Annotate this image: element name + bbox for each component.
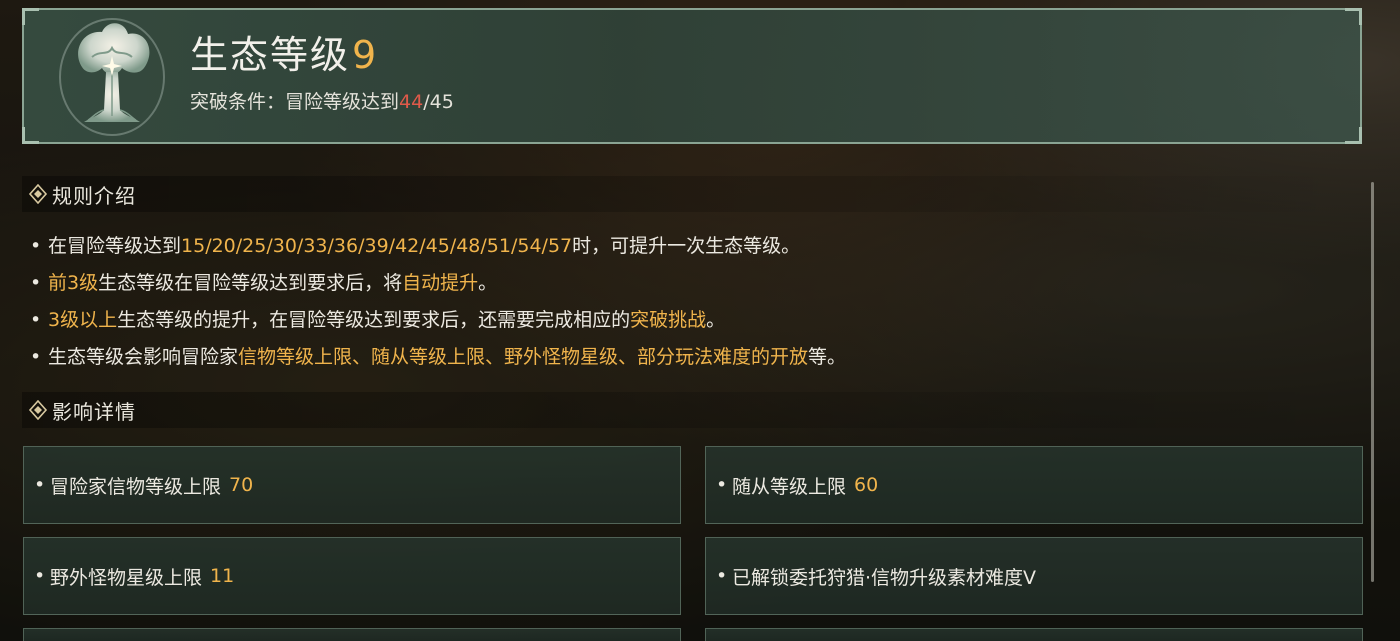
diamond-bullet-icon <box>28 184 48 204</box>
condition-target: 45 <box>429 91 454 113</box>
rule-item: • 生态等级会影响冒险家信物等级上限、随从等级上限、野外怪物星级、部分玩法难度的开… <box>30 339 1330 376</box>
rule-highlight: 15/20/25/30/33/36/39/42/45/48/51/54/57 <box>181 235 573 257</box>
scrollbar[interactable] <box>1371 182 1374 582</box>
impact-label: 随从等级上限 <box>732 475 847 498</box>
eco-level-header: 生态等级9 突破条件：冒险等级达到44/45 <box>22 8 1362 144</box>
rules-list: • 在冒险等级达到15/20/25/30/33/36/39/42/45/48/51… <box>30 228 1330 376</box>
impact-card-partial <box>705 628 1363 641</box>
rules-section-heading: 规则介绍 <box>22 176 1362 212</box>
bullet-dot: • <box>30 309 42 331</box>
rule-highlight: 信物等级上限、随从等级上限、野外怪物星级、部分玩法难度的开放 <box>238 346 809 368</box>
impact-card-partial <box>23 628 681 641</box>
impact-value: 70 <box>229 474 254 496</box>
rule-text: 。 <box>478 272 498 294</box>
title-text: 生态等级 <box>190 33 351 77</box>
impact-value: 60 <box>854 474 879 496</box>
corner-ornament <box>1345 8 1362 25</box>
diamond-bullet-icon <box>28 400 48 420</box>
rule-text: 等。 <box>808 346 847 368</box>
rule-text: 在冒险等级达到 <box>48 235 182 257</box>
condition-label: 突破条件：冒险等级达到 <box>190 91 400 113</box>
impact-section-title: 影响详情 <box>52 399 136 424</box>
impact-card-monster-star: • 野外怪物星级上限 11 <box>23 537 681 615</box>
eco-level-number: 9 <box>352 33 379 77</box>
page-title: 生态等级9 <box>190 32 378 78</box>
corner-ornament <box>22 127 39 144</box>
breakthrough-condition: 突破条件：冒险等级达到44/45 <box>190 90 454 114</box>
bullet-dot: • <box>30 272 42 294</box>
rule-highlight: 突破挑战 <box>630 309 707 331</box>
rule-item: • 前3级生态等级在冒险等级达到要求后，将自动提升。 <box>30 265 1330 302</box>
impact-label: 野外怪物星级上限 <box>50 566 203 589</box>
impact-card-relic-level: • 冒险家信物等级上限 70 <box>23 446 681 524</box>
rule-highlight: 3级以上 <box>48 309 118 331</box>
bullet-dot: • <box>30 235 42 257</box>
rule-highlight: 自动提升 <box>402 272 479 294</box>
rule-text: 生态等级会影响冒险家 <box>48 346 239 368</box>
tree-emblem-icon <box>59 18 165 136</box>
rule-item: • 3级以上生态等级的提升，在冒险等级达到要求后，还需要完成相应的突破挑战。 <box>30 302 1330 339</box>
rule-text: 生态等级的提升，在冒险等级达到要求后，还需要完成相应的 <box>117 309 631 331</box>
rule-text: 。 <box>706 309 726 331</box>
bullet-dot: • <box>30 346 42 368</box>
bullet-dot: • <box>34 565 46 587</box>
impact-label: 冒险家信物等级上限 <box>50 475 222 498</box>
bullet-dot: • <box>34 474 46 496</box>
rule-highlight: 前3级 <box>48 272 99 294</box>
corner-ornament <box>22 8 39 25</box>
bullet-dot: • <box>716 474 728 496</box>
condition-current: 44 <box>399 91 424 113</box>
impact-section-heading: 影响详情 <box>22 392 1362 428</box>
impact-card-follower-level: • 随从等级上限 60 <box>705 446 1363 524</box>
corner-ornament <box>1345 127 1362 144</box>
impact-label: 已解锁委托狩猎·信物升级素材难度V <box>732 566 1037 589</box>
impact-value: 11 <box>210 565 235 587</box>
rules-section-title: 规则介绍 <box>52 183 136 208</box>
rule-item: • 在冒险等级达到15/20/25/30/33/36/39/42/45/48/51… <box>30 228 1330 265</box>
impact-card-hunt-unlock: • 已解锁委托狩猎·信物升级素材难度V <box>705 537 1363 615</box>
rule-text: 生态等级在冒险等级达到要求后，将 <box>98 272 403 294</box>
rule-text: 时，可提升一次生态等级。 <box>572 235 801 257</box>
bullet-dot: • <box>716 565 728 587</box>
